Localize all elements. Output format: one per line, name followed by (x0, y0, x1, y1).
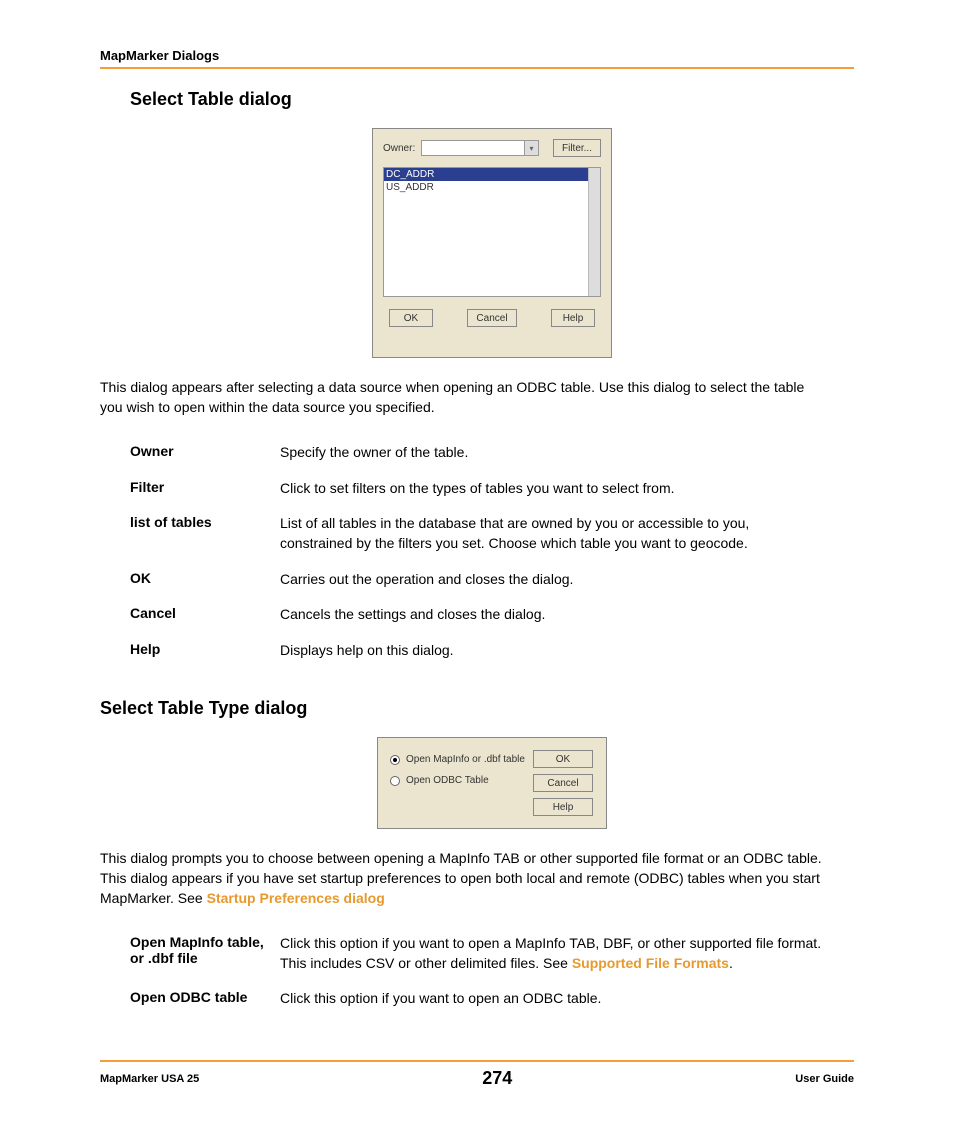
tables-listbox[interactable]: DC_ADDR US_ADDR (383, 167, 601, 297)
page-number: 274 (482, 1068, 512, 1089)
select-table-type-dialog: Open MapInfo or .dbf table Open ODBC Tab… (377, 737, 607, 829)
def-desc: Carries out the operation and closes the… (280, 570, 824, 590)
select-table-dialog: Owner: ▾ Filter... DC_ADDR US_ADDR OK Ca… (372, 128, 612, 358)
radio-option-odbc[interactable]: Open ODBC Table (390, 775, 530, 786)
def-desc: Click this option if you want to open a … (280, 934, 824, 973)
list-item[interactable]: US_ADDR (384, 181, 600, 194)
def-desc: Click this option if you want to open an… (280, 989, 824, 1009)
def-desc: Click to set filters on the types of tab… (280, 479, 824, 499)
def-row: Open MapInfo table, or .dbf file Click t… (130, 926, 824, 981)
def-term: Open MapInfo table, or .dbf file (130, 934, 280, 973)
radio-icon[interactable] (390, 755, 400, 765)
cancel-button[interactable]: Cancel (533, 774, 593, 792)
section1-heading: Select Table dialog (130, 89, 854, 110)
filter-button[interactable]: Filter... (553, 139, 601, 157)
chevron-down-icon[interactable]: ▾ (524, 141, 538, 155)
def-row: list of tables List of all tables in the… (130, 506, 824, 561)
def-term: Cancel (130, 605, 280, 625)
cancel-button[interactable]: Cancel (467, 309, 516, 327)
scrollbar[interactable] (588, 168, 600, 296)
owner-label: Owner: (383, 143, 415, 154)
page-header: MapMarker Dialogs (100, 48, 854, 63)
def-term: Owner (130, 443, 280, 463)
def-term: Filter (130, 479, 280, 499)
ok-button[interactable]: OK (533, 750, 593, 768)
footer-right: User Guide (795, 1073, 854, 1085)
def-row: Open ODBC table Click this option if you… (130, 981, 824, 1017)
supported-file-formats-link[interactable]: Supported File Formats (572, 955, 729, 971)
help-button[interactable]: Help (533, 798, 593, 816)
def-row: Help Displays help on this dialog. (130, 633, 824, 669)
def-row: Filter Click to set filters on the types… (130, 471, 824, 507)
radio-label: Open ODBC Table (406, 775, 489, 786)
def-term: Open ODBC table (130, 989, 280, 1009)
def-row: Owner Specify the owner of the table. (130, 435, 824, 471)
section1-paragraph: This dialog appears after selecting a da… (100, 378, 854, 417)
startup-preferences-link[interactable]: Startup Preferences dialog (207, 890, 385, 906)
section2-definitions: Open MapInfo table, or .dbf file Click t… (130, 926, 854, 1017)
section1-definitions: Owner Specify the owner of the table. Fi… (130, 435, 854, 668)
ok-button[interactable]: OK (389, 309, 433, 327)
owner-combobox[interactable]: ▾ (421, 140, 539, 156)
def-row: OK Carries out the operation and closes … (130, 562, 824, 598)
radio-option-mapinfo[interactable]: Open MapInfo or .dbf table (390, 754, 530, 765)
def-desc: Cancels the settings and closes the dial… (280, 605, 824, 625)
def-desc: Specify the owner of the table. (280, 443, 824, 463)
help-button[interactable]: Help (551, 309, 595, 327)
footer-left: MapMarker USA 25 (100, 1073, 199, 1085)
radio-label: Open MapInfo or .dbf table (406, 754, 525, 765)
def-desc: Displays help on this dialog. (280, 641, 824, 661)
def-row: Cancel Cancels the settings and closes t… (130, 597, 824, 633)
def-desc: List of all tables in the database that … (280, 514, 824, 553)
def-term: list of tables (130, 514, 280, 553)
def-term: Help (130, 641, 280, 661)
list-item[interactable]: DC_ADDR (384, 168, 588, 181)
def-term: OK (130, 570, 280, 590)
section2-paragraph: This dialog prompts you to choose betwee… (100, 849, 854, 908)
radio-icon[interactable] (390, 776, 400, 786)
section2-heading: Select Table Type dialog (100, 698, 854, 719)
